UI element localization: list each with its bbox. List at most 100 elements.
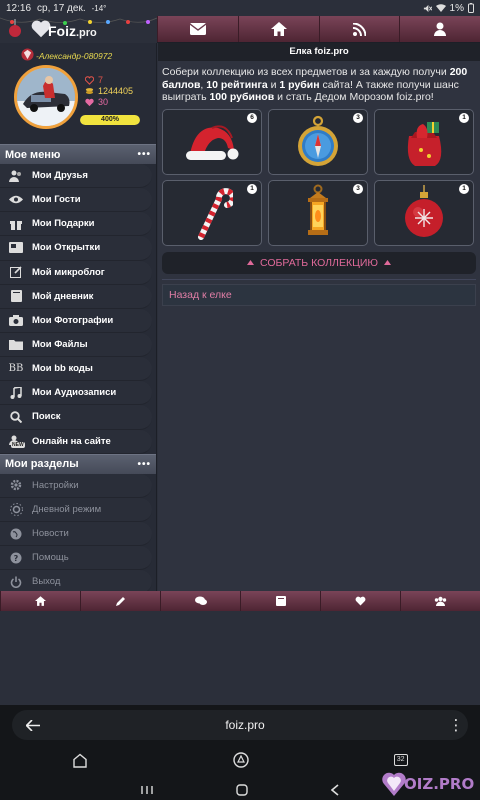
menu-item-news[interactable]: Новости [0,521,152,547]
menu-item-microblog[interactable]: Мой микроблог [0,260,152,285]
avatar[interactable] [14,65,78,129]
chat-icon [194,596,207,605]
menu-options-button[interactable]: ••• [137,149,151,160]
arrow-left-icon [26,719,40,731]
gear-icon [8,478,24,492]
foiz-watermark-logo: OIZ.PRO [382,772,474,796]
my-sections-list: Настройки Дневной режим Новости ? Помощь … [0,473,156,595]
folder-icon [8,338,24,352]
assistant-icon[interactable] [233,752,249,768]
caret-up-icon [247,260,254,265]
bottom-nav [0,591,480,611]
item-count-badge: 3 [353,112,363,123]
bottom-home-button[interactable] [0,591,80,611]
item-santa-hat[interactable]: 6 [162,108,262,175]
menu-item-bbcodes[interactable]: BB Мои bb коды [0,357,152,382]
item-count-badge: 1 [247,183,257,194]
menu-item-online[interactable]: NEW Онлайн на сайте [0,429,152,454]
progress-label: 400% [101,116,119,123]
divider [162,274,476,280]
coins-icon [85,87,94,94]
menu-item-guests[interactable]: Мои Гости [0,188,152,213]
sections-header: Мои разделы ••• [0,453,156,474]
item-candy-cane[interactable]: 1 [162,179,262,246]
book-icon [275,596,286,606]
bottom-chat-button[interactable] [160,591,240,611]
menu-item-diary[interactable]: Мой дневник [0,284,152,309]
wifi-icon [435,3,446,12]
users-icon [434,596,447,606]
status-bar: 12:16 ср, 17 дек. -14° 1% [0,0,480,16]
pencil-icon [115,597,125,606]
nav-rss-button[interactable] [318,16,400,42]
item-count-badge: 6 [247,112,257,123]
home-button-icon[interactable] [236,783,248,796]
heart-icon [355,596,366,606]
sun-icon [8,502,24,516]
user-icon [434,22,447,36]
address-bar[interactable]: foiz.pro ⋮ [12,710,468,740]
gift-sack-icon [407,121,442,166]
rank-badge-icon [21,48,34,61]
menu-item-day-mode[interactable]: Дневной режим [0,497,152,522]
profile-username[interactable]: -Александр-080972 [36,51,112,61]
page-title: Елка foiz.pro [158,43,480,61]
item-ornament-ball[interactable]: 1 [374,179,474,246]
mute-icon [423,4,432,12]
menu-item-audio[interactable]: Мои Аудиозаписи [0,381,152,406]
nav-profile-button[interactable] [399,16,480,42]
recent-apps-icon[interactable] [141,785,154,795]
collection-grid: 6 3 1 1 3 1 [158,106,480,246]
my-menu-list: Мои Друзья Мои Гости Мои Подарки Мои Отк… [0,164,156,454]
home-icon[interactable] [72,753,88,768]
home-icon [270,22,287,36]
back-to-tree-link[interactable]: Назад к елке [162,283,476,306]
browser-menu-button[interactable]: ⋮ [444,716,468,734]
caret-up-icon [384,260,391,265]
sidebar: -Александр-080972 7 1244405 30 400% Мое … [0,43,157,595]
menu-item-cards[interactable]: Мои Открытки [0,236,152,261]
menu-item-gifts[interactable]: Мои Подарки [0,212,152,237]
collect-collection-button[interactable]: СОБРАТЬ КОЛЛЕКЦИЮ [162,251,476,274]
online-icon: NEW [8,434,25,449]
collection-description: Собери коллекцию из всех предметов и за … [162,66,468,103]
browser-back-button[interactable] [20,719,46,731]
item-count-badge: 3 [353,183,363,194]
search-icon [8,410,24,424]
globe-icon [8,527,24,541]
menu-item-photos[interactable]: Мои Фотографии [0,308,152,333]
edit-icon [8,265,24,279]
stat-hearts: 7 [85,75,103,85]
sections-options-button[interactable]: ••• [137,459,151,470]
back-icon[interactable] [330,783,339,796]
item-count-badge: 1 [459,183,469,194]
lantern-icon [308,184,328,235]
site-logo-area[interactable]: Foiz.pro [0,16,157,43]
menu-item-help[interactable]: ? Помощь [0,546,152,571]
menu-item-friends[interactable]: Мои Друзья [0,164,152,189]
avatar-image [17,68,75,126]
battery-icon [468,3,474,13]
help-icon: ? [8,551,24,565]
home-icon [35,596,46,606]
nav-home-button[interactable] [237,16,319,42]
menu-item-files[interactable]: Мои Файлы [0,332,152,358]
new-badge: NEW [11,442,25,449]
status-date: ср, 17 дек. [37,2,86,14]
bottom-favorites-button[interactable] [320,591,400,611]
tabs-button[interactable]: 32 [393,754,408,766]
status-temp: -14° [91,3,107,13]
url-text: foiz.pro [225,718,265,732]
bottom-write-button[interactable] [80,591,160,611]
santa-hat-icon [186,124,239,160]
gift-icon [8,217,24,231]
nav-mail-button[interactable] [157,16,238,42]
menu-item-settings[interactable]: Настройки [0,473,152,498]
ornament-icon [9,19,21,37]
item-compass[interactable]: 3 [268,108,368,175]
item-lantern[interactable]: 3 [268,179,368,246]
bottom-users-button[interactable] [400,591,480,611]
bottom-book-button[interactable] [240,591,320,611]
item-gift-sack[interactable]: 1 [374,108,474,175]
menu-item-search[interactable]: Поиск [0,405,152,430]
